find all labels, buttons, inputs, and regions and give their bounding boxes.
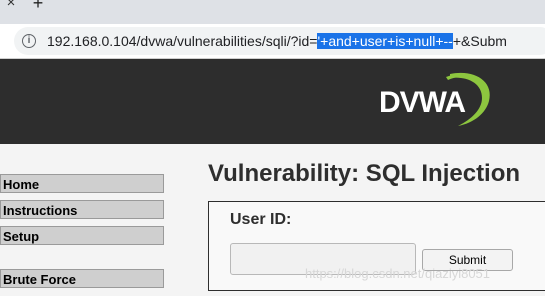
url-suffix: +&Subm	[452, 33, 507, 49]
logo-text: DVWA	[379, 86, 466, 119]
url-selection: '+and+user+is+null+--	[317, 33, 453, 49]
page-title: Vulnerability: SQL Injection	[208, 160, 521, 187]
menu-item-instructions[interactable]: Instructions	[0, 200, 164, 219]
new-tab-icon[interactable]: +	[30, 0, 46, 12]
tab-strip: × +	[0, 0, 545, 24]
menu-item-brute-force[interactable]: Brute Force	[0, 269, 164, 288]
info-icon[interactable]: i	[22, 34, 36, 48]
browser-toolbar: i 192.168.0.104/dvwa/vulnerabilities/sql…	[0, 24, 545, 59]
menu-item-setup[interactable]: Setup	[0, 226, 164, 245]
dvwa-header: DVWA	[0, 59, 545, 144]
close-tab-icon[interactable]: ×	[0, 0, 22, 10]
dvwa-logo: DVWA	[372, 69, 497, 133]
url-prefix: 192.168.0.104/dvwa/vulnerabilities/sqli/…	[47, 33, 318, 49]
user-id-label: User ID:	[230, 211, 292, 228]
watermark: https://blog.csdn.net/qiaziyi8051	[305, 266, 491, 281]
menu-item-home[interactable]: Home	[0, 174, 164, 193]
address-bar[interactable]: i 192.168.0.104/dvwa/vulnerabilities/sql…	[14, 27, 545, 55]
url-text[interactable]: 192.168.0.104/dvwa/vulnerabilities/sqli/…	[47, 32, 507, 50]
